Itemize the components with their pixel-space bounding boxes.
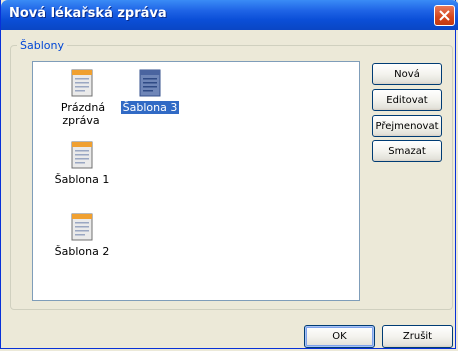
close-button[interactable] <box>434 5 455 26</box>
templates-group-label: Šablony <box>17 39 67 52</box>
rename-button[interactable]: Přejmenovat <box>372 115 442 137</box>
edit-button[interactable]: Editovat <box>372 89 442 111</box>
title-bar[interactable]: Nová lékařská zpráva <box>1 0 458 30</box>
template-label: Šablona 3 <box>120 101 180 114</box>
window-title: Nová lékařská zpráva <box>9 6 167 21</box>
templates-list[interactable]: Prázdná zpráva Šablona 3 Šablona 1 Šablo… <box>32 61 360 301</box>
document-template-icon <box>71 213 93 241</box>
ok-button[interactable]: OK <box>304 325 375 348</box>
template-label: Šablona 1 <box>54 173 110 186</box>
document-template-icon <box>71 141 93 169</box>
delete-button[interactable]: Smazat <box>372 140 442 162</box>
template-label: Prázdná zpráva <box>60 101 106 127</box>
document-template-icon <box>71 69 93 97</box>
document-template-icon <box>139 69 161 97</box>
cancel-button[interactable]: Zrušit <box>382 325 453 348</box>
dialog-window: Nová lékařská zpráva Šablony Prázdná zpr… <box>0 0 458 349</box>
template-label: Šablona 2 <box>54 245 110 258</box>
close-icon <box>439 10 450 21</box>
new-button[interactable]: Nová <box>372 63 442 85</box>
